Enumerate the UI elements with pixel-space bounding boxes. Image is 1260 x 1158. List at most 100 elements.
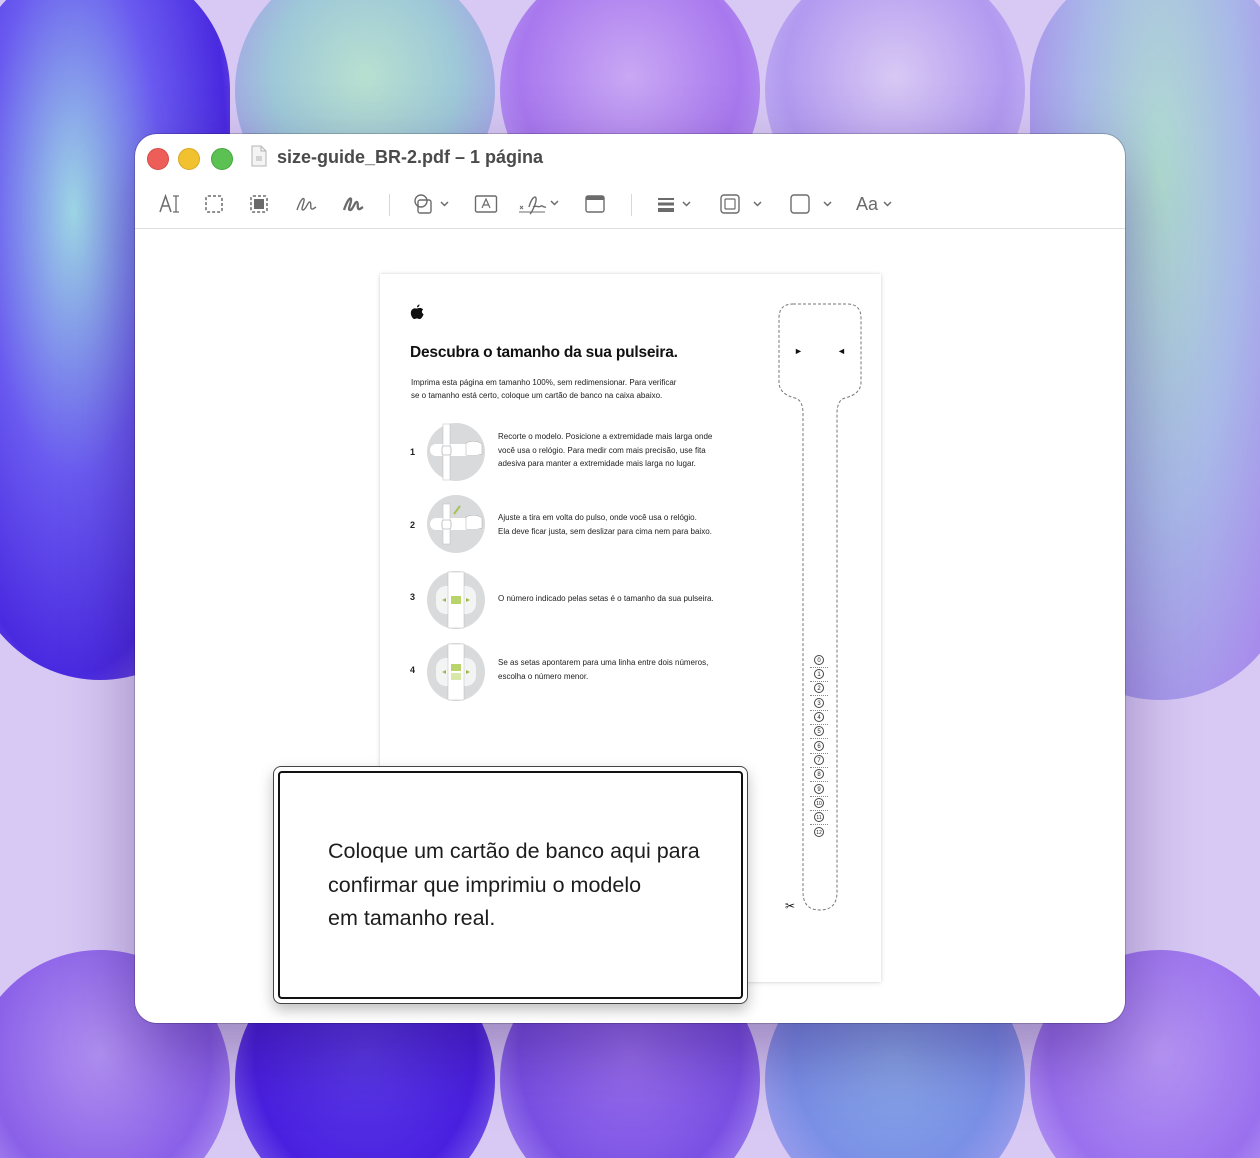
step-text: Se as setas apontarem para uma linha ent… bbox=[498, 656, 738, 683]
size-number: 9 bbox=[814, 784, 824, 794]
markup-toolbar: Aa bbox=[135, 180, 1125, 229]
size-mark: 12 bbox=[810, 827, 832, 839]
zoom-button[interactable] bbox=[211, 148, 233, 170]
text-box-icon bbox=[474, 195, 498, 213]
size-mark: 4 bbox=[810, 712, 832, 725]
step-line: escolha o número menor. bbox=[498, 671, 589, 681]
apple-logo-icon bbox=[410, 304, 424, 320]
size-number: 6 bbox=[814, 741, 824, 751]
card-box-line: confirmar que imprimiu o modelo bbox=[328, 872, 642, 897]
wrist-illustration-icon bbox=[427, 571, 485, 629]
text-box-tool[interactable] bbox=[474, 190, 498, 218]
toolbar-separator bbox=[389, 194, 390, 216]
sketch-tool[interactable] bbox=[295, 190, 317, 218]
step-text: O número indicado pelas setas é o tamanh… bbox=[498, 592, 738, 606]
signature-icon bbox=[519, 196, 559, 215]
wrist-illustration-icon bbox=[427, 495, 485, 553]
size-line bbox=[810, 824, 828, 825]
step-line: Se as setas apontarem para uma linha ent… bbox=[498, 658, 709, 667]
line-style-icon bbox=[658, 198, 691, 212]
pdf-document-icon bbox=[251, 145, 267, 167]
size-line bbox=[810, 667, 828, 668]
shape-style-tool[interactable] bbox=[654, 190, 696, 218]
size-number: 10 bbox=[814, 798, 824, 808]
size-number: 1 bbox=[814, 669, 824, 679]
wrist-illustration-icon bbox=[427, 643, 485, 701]
text-selection-tool[interactable] bbox=[158, 190, 180, 218]
intro-line: Imprima esta página em tamanho 100%, sem… bbox=[411, 378, 677, 387]
step-text: Ajuste a tira em volta do pulso, onde vo… bbox=[498, 511, 738, 538]
size-number: 4 bbox=[814, 712, 824, 722]
step-line: adesiva para manter a extremidade mais l… bbox=[498, 459, 696, 468]
toolbar-separator bbox=[631, 194, 632, 216]
redact-tool[interactable] bbox=[249, 190, 269, 218]
size-line bbox=[810, 710, 828, 711]
note-icon bbox=[585, 195, 605, 213]
close-button[interactable] bbox=[147, 148, 169, 170]
size-mark: 2 bbox=[810, 683, 832, 696]
step-line: Recorte o modelo. Posicione a extremidad… bbox=[498, 432, 713, 441]
step-number: 1 bbox=[410, 447, 416, 457]
sign-tool[interactable] bbox=[517, 190, 563, 218]
size-line bbox=[810, 724, 828, 725]
size-number: 12 bbox=[814, 827, 824, 837]
size-mark: 1 bbox=[810, 669, 832, 682]
step-line: O número indicado pelas setas é o tamanh… bbox=[498, 594, 714, 603]
size-mark: 0 bbox=[810, 655, 832, 668]
size-mark: 9 bbox=[810, 784, 832, 797]
window-title: size-guide_BR-2.pdf – 1 página bbox=[277, 147, 544, 167]
card-box-text: Coloque um cartão de banco aqui para con… bbox=[328, 835, 728, 936]
note-tool[interactable] bbox=[584, 190, 606, 218]
shapes-tool[interactable] bbox=[412, 190, 452, 218]
size-line bbox=[810, 753, 828, 754]
text-cursor-icon bbox=[159, 193, 179, 213]
title-bar: size-guide_BR-2.pdf – 1 página bbox=[135, 134, 1125, 180]
size-line bbox=[810, 767, 828, 768]
fill-color-icon bbox=[790, 194, 832, 214]
intro-line: se o tamanho está certo, coloque um cart… bbox=[411, 391, 663, 400]
border-color-icon bbox=[720, 194, 762, 214]
step-text: Recorte o modelo. Posicione a extremidad… bbox=[498, 430, 738, 471]
draw-tool[interactable] bbox=[342, 190, 364, 218]
chevron-down-icon bbox=[883, 201, 892, 207]
text-style-label: Aa bbox=[856, 193, 879, 214]
border-color-tool[interactable] bbox=[719, 190, 765, 218]
size-mark: 10 bbox=[810, 798, 832, 811]
text-style-tool[interactable]: Aa bbox=[856, 190, 896, 218]
sketch-icon bbox=[296, 197, 317, 211]
size-mark: 7 bbox=[810, 755, 832, 768]
fill-color-tool[interactable] bbox=[789, 190, 835, 218]
step-number: 3 bbox=[410, 592, 416, 602]
page-heading: Descubra o tamanho da sua pulseira. bbox=[410, 344, 678, 361]
magnified-card-box: Coloque um cartão de banco aqui para con… bbox=[273, 766, 748, 1004]
size-mark: 11 bbox=[810, 812, 832, 825]
size-number: 8 bbox=[814, 769, 824, 779]
shapes-icon bbox=[414, 194, 449, 214]
size-line bbox=[810, 695, 828, 696]
minimize-button[interactable] bbox=[178, 148, 200, 170]
step-line: Ajuste a tira em volta do pulso, onde vo… bbox=[498, 513, 697, 522]
card-box-line: em tamanho real. bbox=[328, 906, 496, 930]
wrist-illustration-icon bbox=[427, 423, 485, 481]
size-number: 3 bbox=[814, 698, 824, 708]
size-number: 7 bbox=[814, 755, 824, 765]
rectangular-selection-tool[interactable] bbox=[204, 190, 224, 218]
redact-icon bbox=[250, 195, 268, 213]
size-mark: 5 bbox=[810, 726, 832, 739]
size-number: 0 bbox=[814, 655, 824, 665]
size-mark: 8 bbox=[810, 769, 832, 782]
step-number: 2 bbox=[410, 520, 416, 530]
arrow-right-marker: ► bbox=[794, 346, 803, 356]
arrow-left-marker: ◄ bbox=[837, 346, 846, 356]
step-number: 4 bbox=[410, 665, 416, 675]
size-line bbox=[810, 796, 828, 797]
size-number: 2 bbox=[814, 683, 824, 693]
size-line bbox=[810, 738, 828, 739]
card-box-line: Coloque um cartão de banco aqui para bbox=[328, 839, 700, 863]
size-mark: 6 bbox=[810, 741, 832, 754]
size-line bbox=[810, 681, 828, 682]
size-line bbox=[810, 781, 828, 782]
scissors-icon: ✂ bbox=[785, 899, 796, 913]
draw-icon bbox=[342, 197, 364, 212]
step-line: Ela deve ficar justa, sem deslizar para … bbox=[498, 526, 712, 536]
